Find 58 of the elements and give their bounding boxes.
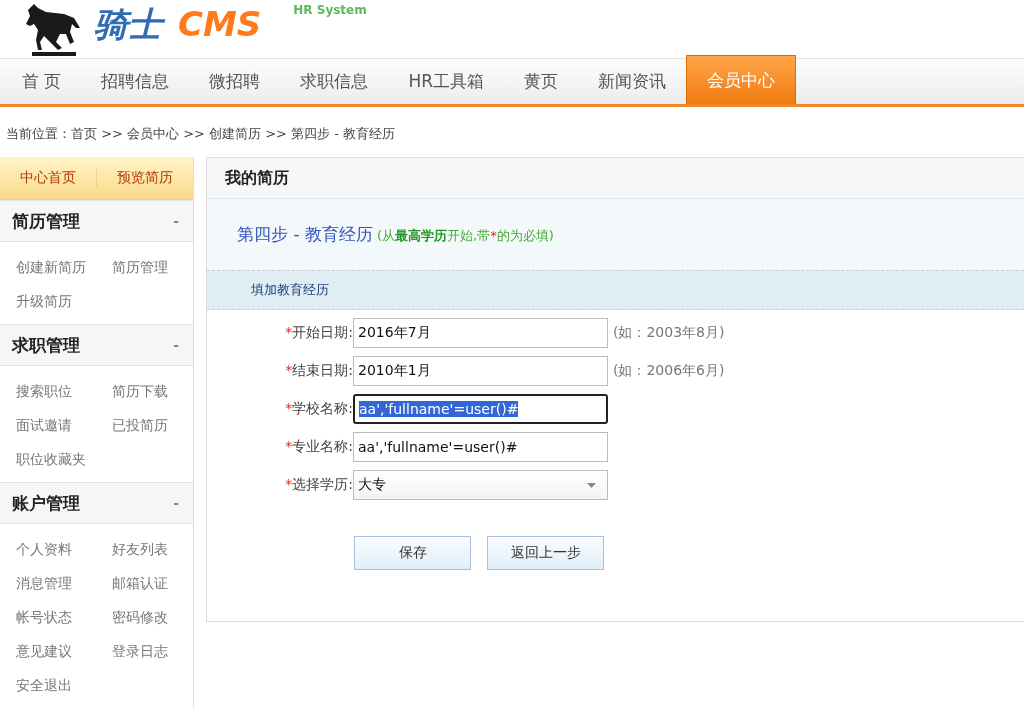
logo-product: CMS <box>178 3 263 46</box>
sidebar-link[interactable]: 登录日志 <box>112 634 192 668</box>
nav-tab[interactable]: 黄页 <box>504 59 578 104</box>
sidebar-tab[interactable]: 预览简历 <box>96 169 193 187</box>
sidebar-link[interactable]: 好友列表 <box>112 532 192 566</box>
nav-tab[interactable]: 首 页 <box>2 59 82 104</box>
field-label: *专业名称: <box>284 438 353 456</box>
dropdown-arrow-icon <box>587 482 596 488</box>
sidebar-link[interactable]: 个人资料 <box>16 532 112 566</box>
sidebar-link[interactable]: 消息管理 <box>16 566 112 600</box>
section-header[interactable]: 求职管理 - <box>0 324 193 366</box>
section-heading: 填加教育经历 <box>251 281 329 299</box>
sidebar-link[interactable]: 简历下载 <box>112 374 192 408</box>
section-title: 求职管理 <box>12 333 80 357</box>
nav-tab[interactable]: 求职信息 <box>280 59 389 104</box>
panel-title: 我的简历 <box>225 167 289 189</box>
sidebar-link[interactable]: 升级简历 <box>16 284 112 318</box>
input-field[interactable]: 2016年7月 <box>353 318 608 348</box>
input-field[interactable]: aa','fullname'=user()# <box>353 432 608 462</box>
field-hint: (如：2006年6月) <box>613 362 725 380</box>
sidebar-link[interactable]: 意见建议 <box>16 634 112 668</box>
sidebar-link[interactable]: 已投简历 <box>112 408 192 442</box>
field-label: *结束日期: <box>284 362 353 380</box>
field-label: *选择学历: <box>284 476 353 494</box>
logo-tagline: HR System <box>293 2 367 18</box>
sidebar-link[interactable]: 帐号状态 <box>16 600 112 634</box>
field-label: *开始日期: <box>284 324 353 342</box>
collapse-toggle[interactable]: - <box>173 337 179 353</box>
sidebar-link[interactable]: 面试邀请 <box>16 408 112 442</box>
required-note: (从最高学历开始,带*的为必填) <box>376 227 554 245</box>
nav-tab[interactable]: 微招聘 <box>189 59 281 104</box>
step-heading: 第四步 - 教育经历 <box>237 223 373 246</box>
form-button[interactable]: 保存 <box>354 536 471 570</box>
form-button[interactable]: 返回上一步 <box>487 536 604 570</box>
sidebar-tab[interactable]: 中心首页 <box>0 169 96 187</box>
breadcrumb: 当前位置：首页 >> 会员中心 >> 创建简历 >> 第四步 - 教育经历 <box>6 126 396 141</box>
nav-tab[interactable]: 招聘信息 <box>81 59 190 104</box>
select-field[interactable]: 大专 <box>353 470 608 500</box>
collapse-toggle[interactable]: - <box>173 213 179 229</box>
section-header[interactable]: 账户管理 - <box>0 482 193 524</box>
sidebar-link[interactable]: 安全退出 <box>16 668 112 702</box>
sidebar-link[interactable]: 邮箱认证 <box>112 566 192 600</box>
section-title: 简历管理 <box>12 209 80 233</box>
input-field[interactable]: aa','fullname'=user()# <box>353 394 608 424</box>
nav-tab[interactable]: HR工具箱 <box>388 59 504 104</box>
sidebar-link[interactable]: 职位收藏夹 <box>16 442 112 476</box>
sidebar-link[interactable]: 创建新简历 <box>16 250 112 284</box>
collapse-toggle[interactable]: - <box>173 495 179 511</box>
field-label: *学校名称: <box>284 400 353 418</box>
section-header[interactable]: 简历管理 - <box>0 200 193 242</box>
sidebar-link[interactable]: 搜索职位 <box>16 374 112 408</box>
input-field[interactable]: 2010年1月 <box>353 356 608 386</box>
nav-tab[interactable]: 新闻资讯 <box>578 59 686 104</box>
logo-name: 骑士 <box>94 2 166 46</box>
sidebar-link[interactable]: 密码修改 <box>112 600 192 634</box>
sidebar-link[interactable]: 简历管理 <box>112 250 192 284</box>
field-hint: (如：2003年8月) <box>613 324 725 342</box>
section-title: 账户管理 <box>12 491 80 515</box>
